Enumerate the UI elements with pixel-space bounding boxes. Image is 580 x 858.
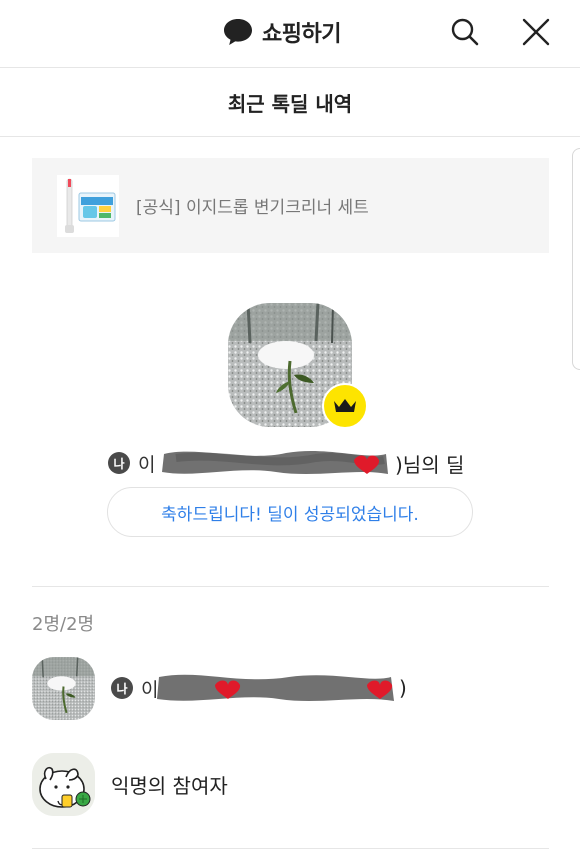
page-title: 최근 톡딜 내역: [227, 92, 353, 116]
redaction-scribble: [157, 674, 394, 701]
product-card[interactable]: [공식] 이지드롭 변기크리너 세트: [32, 158, 549, 253]
heart-icon: [367, 680, 393, 699]
section-divider: [32, 586, 549, 587]
host-name-suffix: )님의 딜: [395, 452, 465, 477]
sub-header: 최근 톡딜 내역: [0, 69, 580, 137]
host-name-line: 나 이 )님의 딜: [108, 447, 464, 479]
participant-row[interactable]: 익명의 참여자: [32, 752, 549, 816]
crown-icon: [334, 399, 356, 412]
search-icon: [451, 18, 479, 46]
participant-name-redacted: 이: [139, 673, 399, 703]
host-name-visible: 이: [138, 453, 156, 476]
redaction-scribble: [162, 450, 388, 474]
app-title: 쇼핑하기: [262, 22, 341, 47]
participant-name-visible: 이: [141, 678, 159, 701]
avatar-image: [32, 656, 95, 720]
speech-bubble-icon: [224, 19, 252, 45]
close-icon: [522, 18, 550, 46]
deal-success-text: 축하드립니다! 딜이 성공되었습니다.: [161, 504, 419, 525]
participant-name-suffix: ): [399, 676, 407, 700]
top-bar: 쇼핑하기: [0, 0, 580, 68]
participant-avatar: [32, 656, 95, 720]
close-button[interactable]: [520, 16, 552, 48]
deal-success-banner: 축하드립니다! 딜이 성공되었습니다.: [107, 487, 473, 537]
scroll-edge-indicator: [572, 148, 580, 370]
me-badge: 나: [111, 677, 133, 699]
heart-icon: [354, 455, 380, 474]
section-divider: [32, 848, 549, 849]
me-badge: 나: [108, 452, 130, 474]
product-thumbnail: [57, 174, 119, 237]
brand: 쇼핑하기: [222, 14, 341, 50]
participant-row[interactable]: 나 이 ): [32, 656, 549, 720]
search-button[interactable]: [449, 16, 481, 48]
host-name-redacted: 이: [136, 448, 393, 478]
participant-name: 익명의 참여자: [111, 773, 228, 798]
anonymous-character-icon: [32, 752, 95, 816]
participant-count: 2명/2명: [32, 614, 95, 635]
host-crown-badge: [322, 383, 368, 429]
product-image: [57, 174, 119, 237]
anonymous-avatar: [32, 752, 95, 816]
participant-name-wrap: 나 이 ): [111, 673, 407, 703]
product-name: [공식] 이지드롭 변기크리너 세트: [136, 198, 369, 218]
heart-icon: [215, 680, 241, 699]
participant-name-wrap: 익명의 참여자: [111, 770, 228, 799]
